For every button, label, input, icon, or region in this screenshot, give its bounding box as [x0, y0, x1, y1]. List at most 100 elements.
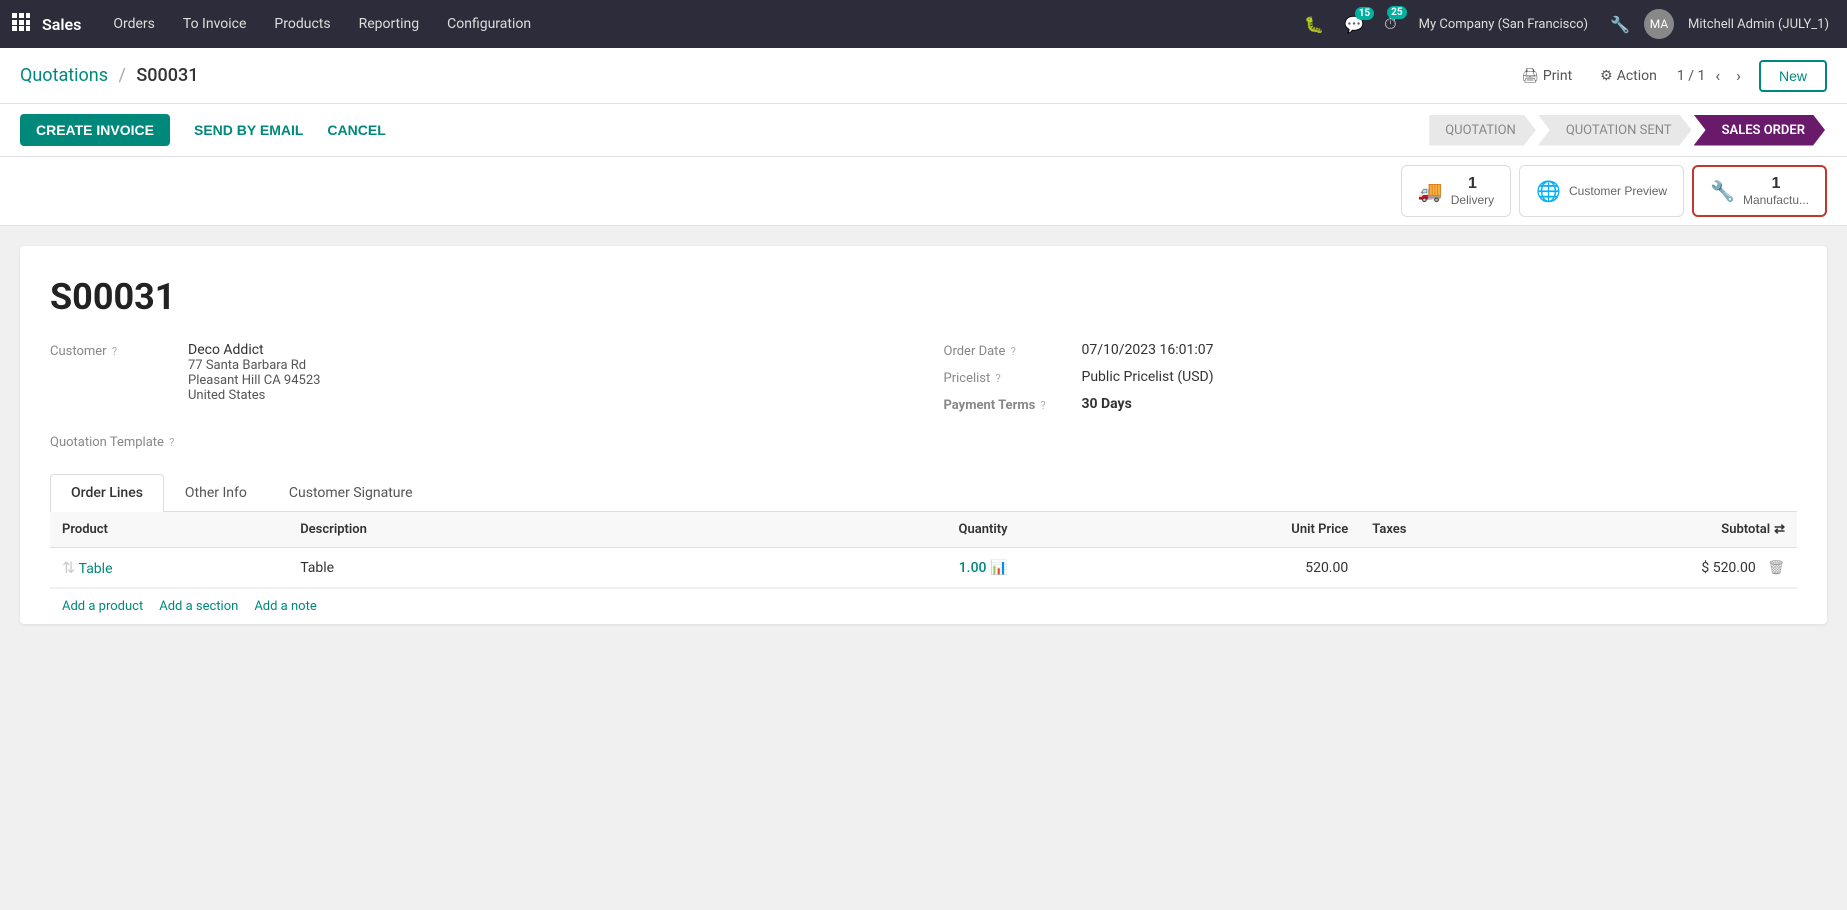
delete-icon[interactable]: 🗑 — [1767, 560, 1785, 576]
row-unit-price: 520.00 — [1122, 548, 1360, 588]
pricelist-value: Public Pricelist (USD) — [1082, 369, 1214, 385]
order-date-help[interactable]: ? — [1011, 345, 1016, 358]
payment-terms-label: Payment Terms ? — [944, 396, 1074, 413]
tab-customer-signature[interactable]: Customer Signature — [268, 474, 434, 511]
printer-icon: 🖨 — [1521, 68, 1539, 84]
order-table: Product Description Quantity Unit Price … — [50, 512, 1797, 588]
row-product: ⇅ Table — [50, 548, 288, 588]
grid-icon[interactable] — [12, 13, 30, 35]
nav-reporting[interactable]: Reporting — [347, 10, 432, 38]
columns-settings-icon[interactable]: ⇄ — [1774, 522, 1785, 537]
add-note-link[interactable]: Add a note — [254, 599, 316, 614]
page-info: 1 / 1 — [1677, 68, 1705, 84]
col-header-description: Description — [288, 512, 844, 548]
col-header-subtotal: Subtotal ⇄ — [1519, 512, 1797, 548]
customer-help[interactable]: ? — [112, 345, 117, 358]
status-sales-order[interactable]: SALES ORDER — [1694, 115, 1825, 146]
tab-other-info[interactable]: Other Info — [164, 474, 268, 511]
clock-badge: 25 — [1387, 6, 1406, 19]
add-product-link[interactable]: Add a product — [62, 599, 143, 614]
manufacturing-label: Manufactu... — [1743, 193, 1809, 207]
main-content: S00031 Customer ? Deco Addict 77 Santa B… — [0, 226, 1847, 644]
quotation-template-label: Quotation Template ? — [50, 433, 180, 450]
delivery-count: 1 — [1451, 175, 1494, 193]
form-fields: Customer ? Deco Addict 77 Santa Barbara … — [50, 342, 1797, 413]
delivery-button[interactable]: 🚚 1 Delivery — [1401, 165, 1511, 217]
add-section-link[interactable]: Add a section — [159, 599, 238, 614]
status-quotation[interactable]: QUOTATION — [1429, 115, 1536, 146]
order-date-value: 07/10/2023 16:01:07 — [1082, 342, 1214, 358]
col-header-product: Product — [50, 512, 288, 548]
print-button[interactable]: 🖨 Print — [1513, 64, 1580, 88]
clock-icon[interactable]: ⏱ 25 — [1378, 10, 1402, 38]
customer-preview-icon: 🌐 — [1536, 179, 1561, 204]
add-row-footer: Add a product Add a section Add a note — [50, 588, 1797, 624]
delivery-label: Delivery — [1451, 193, 1494, 207]
action-bar: CREATE INVOICE SEND BY EMAIL CANCEL QUOT… — [0, 104, 1847, 157]
cancel-button[interactable]: CANCEL — [315, 114, 397, 146]
payment-terms-value: 30 Days — [1082, 396, 1132, 412]
quotation-template-row: Quotation Template ? — [50, 433, 1797, 450]
action-button[interactable]: ⚙ Action — [1592, 64, 1665, 88]
customer-field-row: Customer ? Deco Addict 77 Santa Barbara … — [50, 342, 904, 403]
pricelist-help[interactable]: ? — [996, 372, 1001, 385]
breadcrumb-parent[interactable]: Quotations — [20, 65, 108, 86]
customer-name[interactable]: Deco Addict — [188, 342, 264, 358]
status-quotation-sent[interactable]: QUOTATION SENT — [1538, 115, 1692, 146]
table-row: ⇅ Table Table 1.00 📊 520.00 $ 520.00 🗑 — [50, 548, 1797, 588]
nav-configuration[interactable]: Configuration — [435, 10, 543, 38]
row-description: Table — [288, 548, 844, 588]
tabs-bar: Order Lines Other Info Customer Signatur… — [50, 474, 1797, 512]
chat-badge: 15 — [1355, 7, 1374, 20]
breadcrumb-current: S00031 — [136, 65, 198, 86]
breadcrumb-bar: Quotations / S00031 🖨 Print ⚙ Action 1 /… — [0, 48, 1847, 104]
order-date-field-row: Order Date ? 07/10/2023 16:01:07 — [944, 342, 1798, 359]
gear-icon: ⚙ — [1600, 68, 1613, 84]
form-title: S00031 — [50, 276, 1797, 318]
top-navigation: Sales Orders To Invoice Products Reporti… — [0, 0, 1847, 48]
tools-icon[interactable]: 🔧 — [1604, 11, 1636, 38]
pricelist-label: Pricelist ? — [944, 369, 1074, 386]
payment-terms-help[interactable]: ? — [1041, 399, 1046, 412]
product-link[interactable]: Table — [79, 561, 113, 577]
company-name: My Company (San Francisco) — [1411, 17, 1596, 32]
action-label: Action — [1617, 68, 1657, 84]
manufacturing-button[interactable]: 🔧 1 Manufactu... — [1692, 165, 1827, 217]
print-label: Print — [1543, 68, 1572, 84]
page-navigation: 1 / 1 ‹ › — [1677, 64, 1747, 87]
form-card: S00031 Customer ? Deco Addict 77 Santa B… — [20, 246, 1827, 624]
drag-handle[interactable]: ⇅ — [62, 558, 75, 577]
customer-address3: United States — [188, 388, 320, 403]
avatar[interactable]: MA — [1644, 9, 1674, 39]
order-date-label: Order Date ? — [944, 342, 1074, 359]
smart-buttons-bar: 🚚 1 Delivery 🌐 Customer Preview 🔧 1 Manu… — [0, 157, 1847, 226]
customer-address2: Pleasant Hill CA 94523 — [188, 373, 320, 388]
prev-page-button[interactable]: ‹ — [1709, 64, 1726, 87]
manufacturing-count: 1 — [1743, 175, 1809, 193]
quotation-template-help[interactable]: ? — [169, 436, 174, 449]
wrench-icon: 🔧 — [1710, 179, 1735, 204]
nav-products[interactable]: Products — [262, 10, 342, 38]
delivery-icon: 🚚 — [1418, 179, 1443, 204]
send-by-email-button[interactable]: SEND BY EMAIL — [182, 114, 315, 146]
col-header-quantity: Quantity — [844, 512, 1122, 548]
create-invoice-button[interactable]: CREATE INVOICE — [20, 114, 170, 146]
tab-order-lines[interactable]: Order Lines — [50, 474, 164, 512]
breadcrumb: Quotations / S00031 — [20, 65, 198, 86]
chat-icon[interactable]: 💬 15 — [1338, 11, 1370, 38]
nav-orders[interactable]: Orders — [101, 10, 167, 38]
app-name[interactable]: Sales — [42, 15, 81, 34]
forecast-icon[interactable]: 📊 — [990, 560, 1007, 576]
breadcrumb-separator: / — [118, 65, 125, 86]
customer-address1: 77 Santa Barbara Rd — [188, 358, 320, 373]
new-button[interactable]: New — [1759, 60, 1827, 92]
customer-preview-label: Customer Preview — [1569, 184, 1667, 198]
row-subtotal: $ 520.00 🗑 — [1519, 548, 1797, 588]
next-page-button[interactable]: › — [1730, 64, 1747, 87]
row-quantity: 1.00 📊 — [844, 548, 1122, 588]
user-name[interactable]: Mitchell Admin (JULY_1) — [1682, 17, 1835, 32]
nav-to-invoice[interactable]: To Invoice — [171, 10, 259, 38]
customer-preview-button[interactable]: 🌐 Customer Preview — [1519, 165, 1684, 217]
bug-icon[interactable]: 🐛 — [1298, 11, 1330, 38]
pricelist-field-row: Pricelist ? Public Pricelist (USD) — [944, 369, 1798, 386]
